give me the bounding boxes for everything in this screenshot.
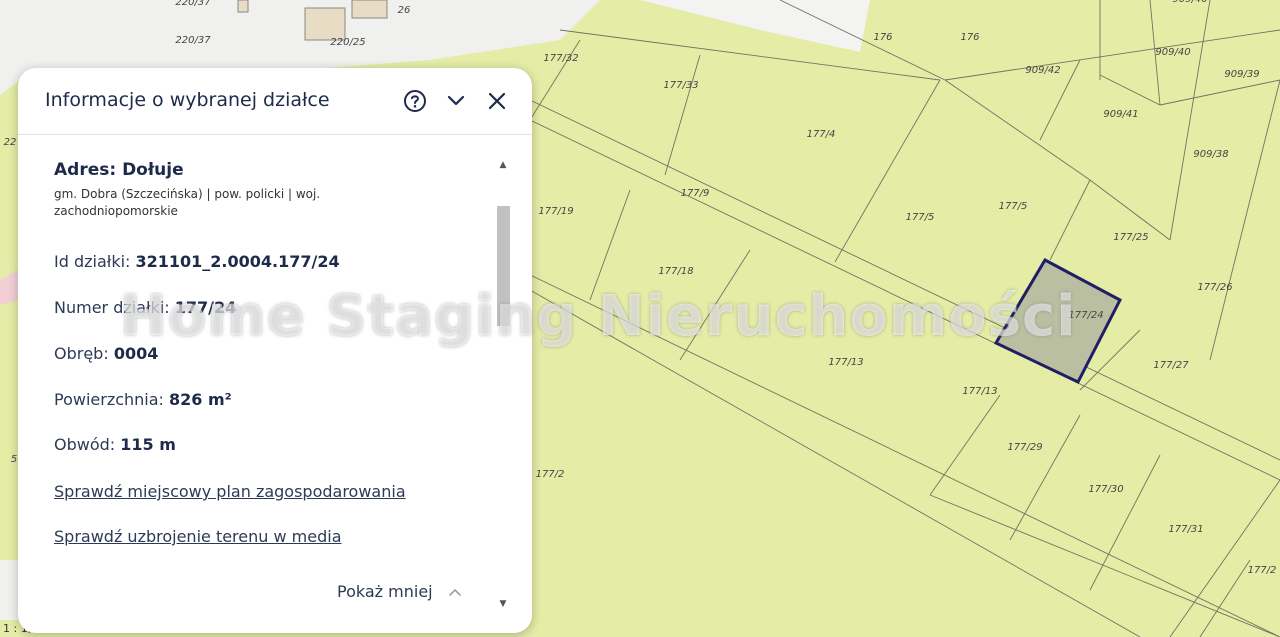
field-label: Powierzchnia: — [54, 390, 170, 409]
parcel-label: 909/39 — [1224, 69, 1259, 80]
collapse-button[interactable] — [443, 88, 469, 114]
building — [351, 0, 388, 19]
panel-body: Adres: Dołuje gm. Dobra (Szczecińska) | … — [54, 160, 494, 620]
scroll-up-arrow[interactable]: ▲ — [498, 160, 508, 170]
scrollbar-thumb[interactable] — [497, 206, 510, 326]
address-title: Adres: Dołuje — [54, 160, 184, 180]
parcel-number-value: 177/24 — [174, 298, 237, 317]
field-label: Obręb: — [54, 344, 114, 363]
parcel-label: 220/25 — [330, 37, 365, 48]
parcel-label: 177/5 — [999, 201, 1028, 212]
field-label: Id działki: — [54, 252, 136, 271]
parcel-label: 177/27 — [1153, 360, 1189, 371]
parcel-label: 177/19 — [538, 206, 573, 217]
parcel-label: 177/30 — [1088, 484, 1123, 495]
field-label: Numer działki: — [54, 298, 175, 317]
parcel-label: 220/37 — [175, 0, 211, 8]
help-button[interactable] — [402, 88, 428, 114]
parcel-label: 5 — [11, 454, 17, 465]
help-circle-icon — [404, 90, 426, 112]
parcel-label: 177/26 — [1197, 282, 1232, 293]
address-details: gm. Dobra (Szczecińska) | pow. policki |… — [54, 187, 321, 218]
parcel-label: 177/2 — [536, 469, 565, 480]
parcel-label: 177/31 — [1168, 524, 1203, 535]
parcel-id-row: Id działki: 321101_2.0004.177/24 — [54, 252, 340, 271]
panel-title: Informacje o wybranej działce — [45, 89, 330, 111]
parcel-label: 177/33 — [663, 80, 698, 91]
parcel-info-panel: Informacje o wybranej działce Adres: Doł… — [18, 68, 532, 633]
building — [304, 7, 346, 41]
parcel-label: 177/32 — [543, 53, 578, 64]
utilities-link[interactable]: Sprawdź uzbrojenie terenu w media — [54, 527, 342, 546]
show-less-button[interactable]: Pokaż mniej — [337, 582, 462, 601]
chevron-down-icon — [447, 95, 465, 106]
scroll-down-arrow[interactable]: ▼ — [498, 599, 508, 609]
precinct-row: Obręb: 0004 — [54, 344, 158, 363]
perimeter-row: Obwód: 115 m — [54, 435, 176, 454]
parcel-label: 909/42 — [1025, 65, 1060, 76]
parcel-label: 909/40 — [1155, 47, 1190, 58]
parcel-label: 177/13 — [962, 386, 997, 397]
close-icon — [488, 92, 506, 110]
parcel-label: 177/13 — [828, 357, 863, 368]
perimeter-value: 115 m — [120, 435, 176, 454]
building — [237, 0, 249, 13]
zoning-plan-link[interactable]: Sprawdź miejscowy plan zagospodarowania — [54, 482, 406, 501]
parcel-label: 22 — [4, 137, 17, 148]
chevron-up-icon — [448, 588, 461, 596]
show-less-label: Pokaż mniej — [337, 582, 433, 601]
street-area — [0, 560, 18, 620]
parcel-label: 177/29 — [1007, 442, 1042, 453]
parcel-label: 220/37 — [175, 35, 211, 46]
parcel-label: 176 — [960, 32, 979, 43]
panel-header: Informacje o wybranej działce — [18, 68, 532, 135]
parcel-label: 909/40 — [1172, 0, 1207, 5]
parcel-label: 176 — [873, 32, 892, 43]
parcel-label: 909/41 — [1103, 109, 1138, 120]
parcel-label: 177/18 — [658, 266, 693, 277]
parcel-label: 177/25 — [1113, 232, 1148, 243]
parcel-label: 177/24 — [1068, 310, 1103, 321]
close-button[interactable] — [484, 88, 510, 114]
parcel-label: 909/38 — [1193, 149, 1228, 160]
parcel-label: 177/5 — [906, 212, 935, 223]
parcel-label: 177/2 — [1248, 565, 1277, 576]
field-label: Obwód: — [54, 435, 121, 454]
area-value: 826 m² — [169, 390, 232, 409]
parcel-id-value: 321101_2.0004.177/24 — [135, 252, 340, 271]
parcel-number-row: Numer działki: 177/24 — [54, 298, 236, 317]
parcel-label: 26 — [398, 5, 411, 16]
parcel-label: 177/9 — [681, 188, 710, 199]
area-row: Powierzchnia: 826 m² — [54, 390, 232, 409]
precinct-value: 0004 — [113, 344, 159, 363]
parcel-label: 177/4 — [807, 129, 836, 140]
